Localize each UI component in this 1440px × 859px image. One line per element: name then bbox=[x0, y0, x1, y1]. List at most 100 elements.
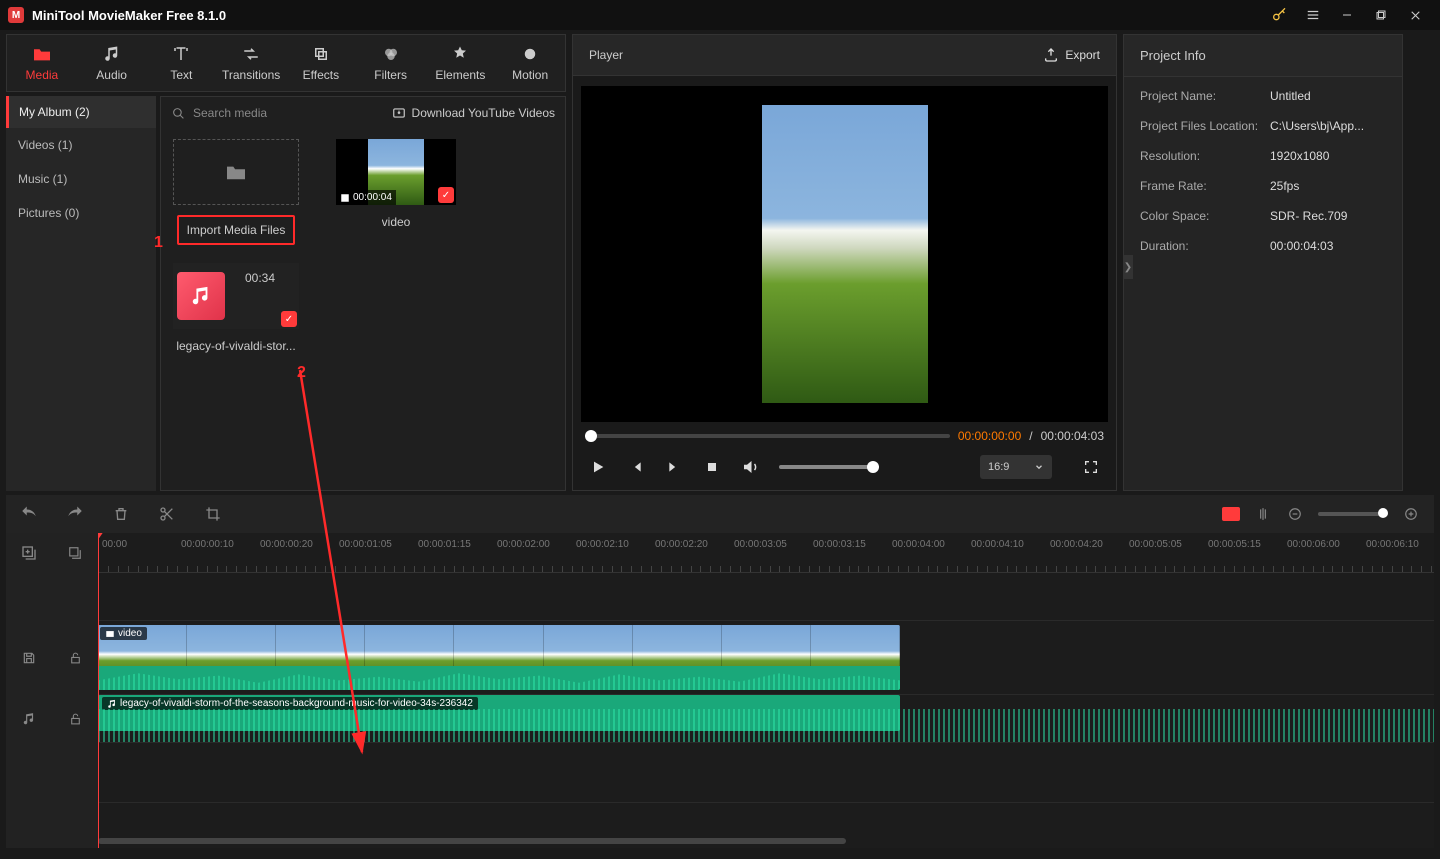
search-icon[interactable] bbox=[171, 106, 185, 120]
album-item-pictures[interactable]: Pictures (0) bbox=[6, 196, 156, 230]
audio-clip[interactable]: legacy-of-vivaldi-storm-of-the-seasons-b… bbox=[98, 695, 900, 731]
collapse-tracks-button[interactable] bbox=[66, 544, 84, 562]
add-track-button[interactable] bbox=[20, 544, 38, 562]
info-value: Untitled bbox=[1270, 89, 1386, 103]
download-youtube-link[interactable]: Download YouTube Videos bbox=[392, 106, 555, 120]
media-item-label: video bbox=[382, 215, 411, 229]
zoom-in-button[interactable] bbox=[1402, 505, 1420, 523]
info-row: Project Files Location:C:\Users\bj\App..… bbox=[1124, 111, 1402, 141]
app-logo: M bbox=[8, 7, 24, 23]
info-value: SDR- Rec.709 bbox=[1270, 209, 1386, 223]
album-item-videos[interactable]: Videos (1) bbox=[6, 128, 156, 162]
timeline-h-scrollbar[interactable] bbox=[98, 836, 1434, 846]
prev-frame-button[interactable] bbox=[627, 458, 645, 476]
export-label: Export bbox=[1065, 48, 1100, 62]
tab-text[interactable]: Text bbox=[147, 35, 217, 91]
ruler-tick: 00:00:06:10 bbox=[1366, 539, 1419, 550]
export-button[interactable]: Export bbox=[1043, 47, 1100, 63]
music-note-icon[interactable] bbox=[22, 712, 36, 726]
lock-icon[interactable] bbox=[69, 651, 82, 665]
upgrade-key-icon[interactable] bbox=[1262, 0, 1296, 30]
fullscreen-button[interactable] bbox=[1082, 458, 1100, 476]
aspect-ratio-dropdown[interactable]: 16:9 bbox=[980, 455, 1052, 479]
crop-button[interactable] bbox=[204, 505, 222, 523]
import-media-label[interactable]: Import Media Files bbox=[177, 215, 296, 245]
scrubber-row: 00:00:00:00 / 00:00:04:03 bbox=[581, 422, 1108, 450]
stop-button[interactable] bbox=[703, 458, 721, 476]
minimize-button[interactable] bbox=[1330, 0, 1364, 30]
maximize-button[interactable] bbox=[1364, 0, 1398, 30]
duration-overlay: 00:00:04 bbox=[336, 190, 396, 205]
music-thumbnail[interactable]: 00:34 ✓ bbox=[173, 263, 299, 329]
tab-elements[interactable]: Elements bbox=[426, 35, 496, 91]
save-icon[interactable] bbox=[22, 651, 36, 665]
tab-label: Effects bbox=[303, 68, 339, 82]
tab-label: Audio bbox=[96, 68, 127, 82]
playhead[interactable] bbox=[98, 533, 99, 848]
tab-label: Text bbox=[170, 68, 192, 82]
ruler-tick: 00:00:00:10 bbox=[181, 539, 234, 550]
search-input[interactable]: Search media bbox=[193, 106, 384, 120]
volume-slider[interactable] bbox=[779, 465, 879, 469]
ruler-tick: 00:00:06:00 bbox=[1287, 539, 1340, 550]
player-view: 00:00:00:00 / 00:00:04:03 16:9 bbox=[572, 76, 1117, 491]
timeline-audio-track[interactable]: legacy-of-vivaldi-storm-of-the-seasons-b… bbox=[98, 695, 1434, 743]
collapse-info-panel[interactable]: ❯ bbox=[1123, 255, 1133, 279]
hamburger-menu-icon[interactable] bbox=[1296, 0, 1330, 30]
tab-motion[interactable]: Motion bbox=[495, 35, 565, 91]
clip-label: legacy-of-vivaldi-storm-of-the-seasons-b… bbox=[120, 698, 473, 709]
album-item-music[interactable]: Music (1) bbox=[6, 162, 156, 196]
video-duration: 00:00:04 bbox=[353, 192, 392, 203]
music-note-icon bbox=[102, 44, 122, 64]
auto-scroll-button[interactable] bbox=[1254, 505, 1272, 523]
tab-effects[interactable]: Effects bbox=[286, 35, 356, 91]
title-bar: M MiniTool MovieMaker Free 8.1.0 bbox=[0, 0, 1440, 30]
ruler-tick: 00:00:05:05 bbox=[1129, 539, 1182, 550]
album-sidebar: My Album (2) Videos (1) Music (1) Pictur… bbox=[6, 96, 156, 491]
player-title: Player bbox=[589, 48, 623, 62]
close-button[interactable] bbox=[1398, 0, 1432, 30]
zoom-out-button[interactable] bbox=[1286, 505, 1304, 523]
timeline-tracks-area[interactable]: 00:0000:00:00:1000:00:00:2000:00:01:0500… bbox=[98, 533, 1434, 848]
timeline-track-headers bbox=[6, 533, 98, 848]
zoom-fit-button[interactable] bbox=[1222, 507, 1240, 521]
delete-button[interactable] bbox=[112, 505, 130, 523]
ruler-tick: 00:00:04:20 bbox=[1050, 539, 1103, 550]
tab-audio[interactable]: Audio bbox=[77, 35, 147, 91]
next-frame-button[interactable] bbox=[665, 458, 683, 476]
film-icon bbox=[340, 193, 350, 203]
media-item-video[interactable]: 00:00:04 ✓ video bbox=[331, 139, 461, 245]
play-button[interactable] bbox=[589, 458, 607, 476]
music-note-icon bbox=[107, 699, 117, 709]
timeline-ruler[interactable]: 00:0000:00:00:1000:00:00:2000:00:01:0500… bbox=[98, 533, 1434, 573]
music-note-icon bbox=[177, 272, 225, 320]
tab-transitions[interactable]: Transitions bbox=[216, 35, 286, 91]
tab-filters[interactable]: Filters bbox=[356, 35, 426, 91]
timeline-toolbar bbox=[6, 495, 1434, 533]
video-clip[interactable]: video bbox=[98, 625, 900, 690]
volume-icon[interactable] bbox=[741, 458, 759, 476]
tab-label: Filters bbox=[374, 68, 407, 82]
video-preview[interactable] bbox=[581, 86, 1108, 422]
clip-badge: legacy-of-vivaldi-storm-of-the-seasons-b… bbox=[102, 697, 478, 710]
video-thumbnail[interactable]: 00:00:04 ✓ bbox=[336, 139, 456, 205]
media-browser: Media Audio Text Transitions Effects Fil… bbox=[6, 34, 566, 491]
undo-button[interactable] bbox=[20, 505, 38, 523]
motion-icon bbox=[520, 44, 540, 64]
ruler-tick: 00:00 bbox=[102, 539, 127, 550]
album-header[interactable]: My Album (2) bbox=[6, 96, 156, 128]
ruler-tick: 00:00:05:15 bbox=[1208, 539, 1261, 550]
import-media-item[interactable]: Import Media Files bbox=[171, 139, 301, 245]
info-row: Project Name:Untitled bbox=[1124, 81, 1402, 111]
playback-scrubber[interactable] bbox=[585, 434, 950, 438]
ruler-tick: 00:00:00:20 bbox=[260, 539, 313, 550]
lock-icon[interactable] bbox=[69, 712, 82, 726]
split-button[interactable] bbox=[158, 505, 176, 523]
zoom-slider[interactable] bbox=[1318, 512, 1388, 516]
media-item-music[interactable]: 00:34 ✓ legacy-of-vivaldi-stor... bbox=[171, 263, 301, 353]
tab-media[interactable]: Media bbox=[7, 35, 77, 91]
ruler-tick: 00:00:02:20 bbox=[655, 539, 708, 550]
import-dropzone[interactable] bbox=[173, 139, 299, 205]
redo-button[interactable] bbox=[66, 505, 84, 523]
timeline-video-track[interactable]: video bbox=[98, 621, 1434, 695]
